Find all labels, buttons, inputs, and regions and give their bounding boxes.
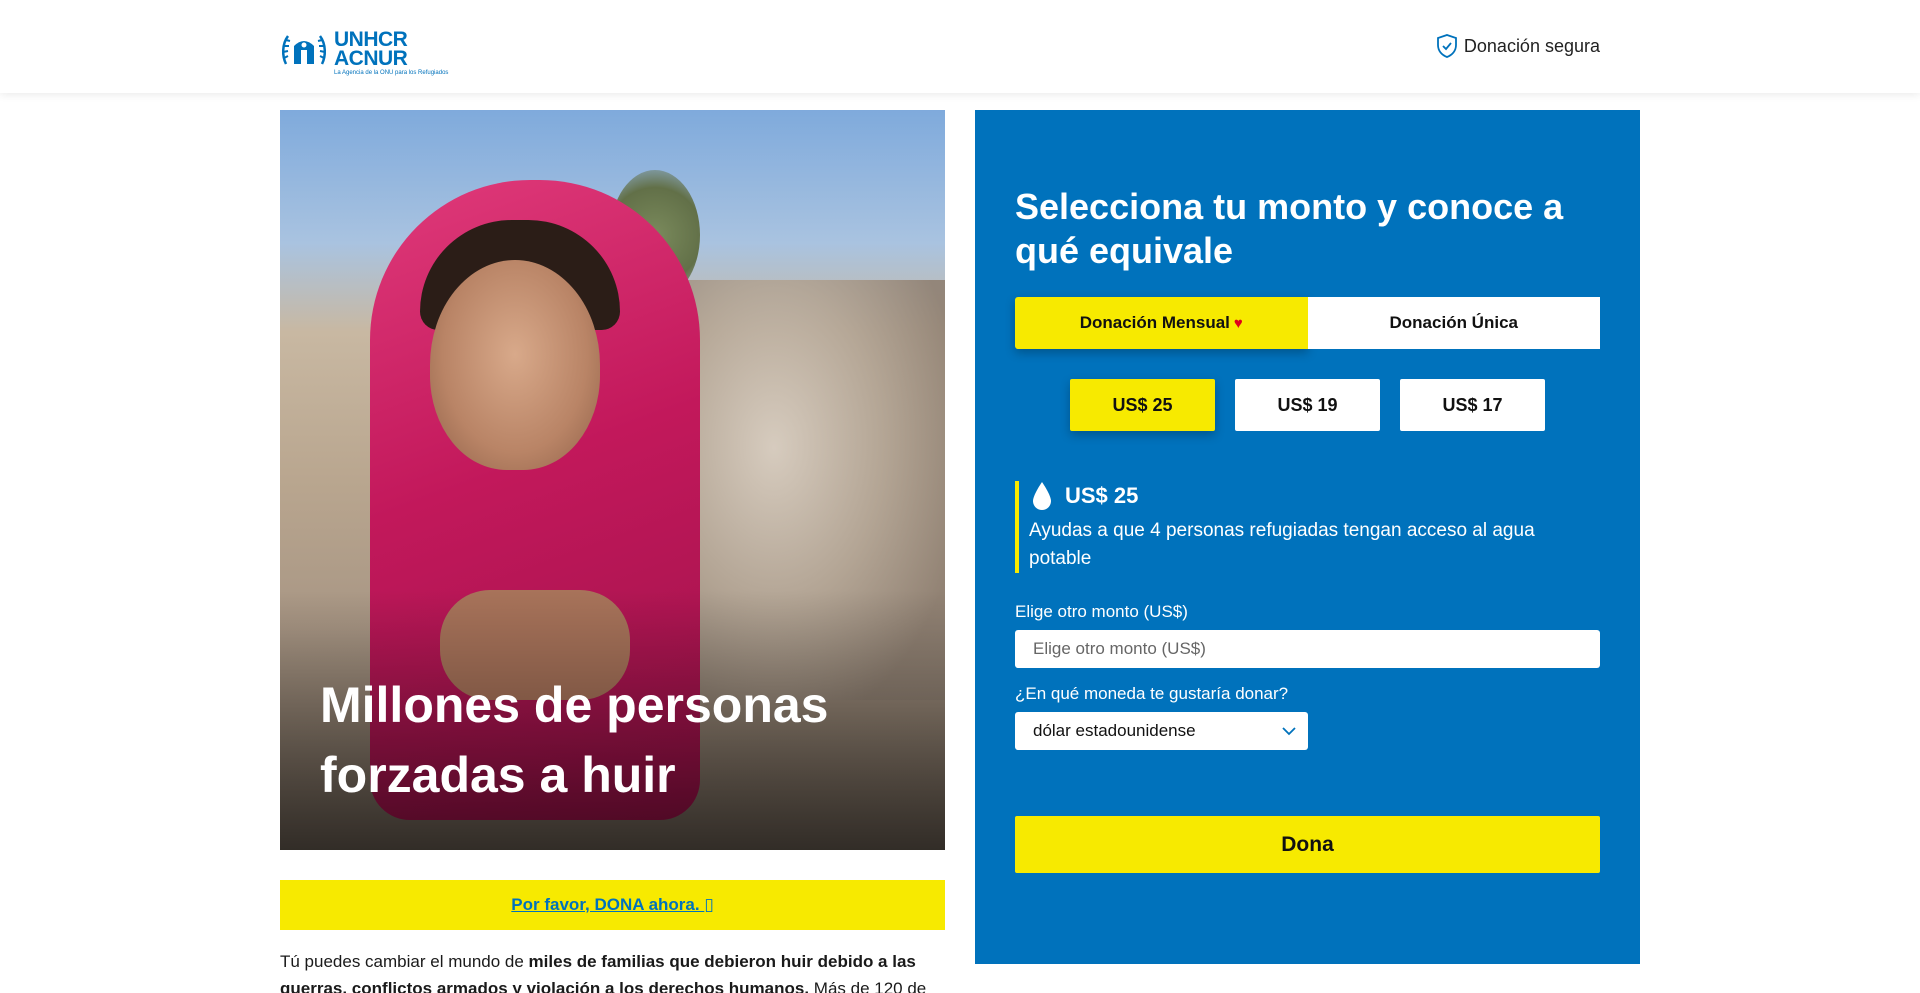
single-donation-button[interactable]: Donación Única: [1307, 297, 1600, 349]
water-drop-icon: [1033, 482, 1051, 510]
other-amount-label: Elige otro monto (US$): [1015, 602, 1188, 621]
logo-text: UNHCR ACNUR La Agencia de la ONU para lo…: [334, 29, 449, 76]
intro-paragraph: Tú puedes cambiar el mundo de miles de f…: [280, 948, 945, 993]
monthly-donation-button[interactable]: Donación Mensual ♥: [1015, 297, 1308, 349]
single-donation-label: Donación Única: [1389, 313, 1518, 332]
other-amount-input[interactable]: [1015, 630, 1600, 668]
impact-callout: US$ 25 Ayudas a que 4 personas refugiada…: [1015, 481, 1575, 573]
impact-header: US$ 25: [1031, 481, 1575, 511]
heart-icon: ♥: [1233, 314, 1243, 332]
dona-now-bar: Por favor, DONA ahora. ▯: [280, 880, 945, 930]
unhcr-logo[interactable]: UNHCR ACNUR La Agencia de la ONU para lo…: [280, 29, 449, 76]
dona-now-link[interactable]: Por favor, DONA ahora. ▯: [511, 895, 713, 915]
amount-option-25[interactable]: US$ 25: [1070, 379, 1215, 431]
secure-donation-label: Donación segura: [1463, 35, 1600, 56]
logo-tagline: La Agencia de la ONU para los Refugiados: [334, 70, 449, 76]
site-header: UNHCR ACNUR La Agencia de la ONU para lo…: [0, 0, 1920, 93]
impact-amount: US$ 25: [1065, 483, 1139, 508]
placeholder-glyph-icon: ▯: [704, 895, 714, 914]
logo-acnur: ACNUR: [334, 47, 408, 70]
amount-options: US$ 25 US$ 19 US$ 17: [1070, 379, 1545, 431]
amount-option-19[interactable]: US$ 19: [1235, 379, 1380, 431]
panel-title: Selecciona tu monto y conoce a qué equiv…: [1015, 186, 1564, 271]
frequency-toggle: Donación Mensual ♥ Donación Única: [1015, 297, 1600, 349]
chevron-down-icon: [1282, 727, 1296, 736]
unhcr-emblem-icon: [282, 35, 326, 65]
intro-text-2: Más de 120 de: [809, 979, 927, 993]
intro-text-1: Tú puedes cambiar el mundo de: [280, 952, 529, 971]
hero-image: Millones de personas forzadas a huir: [280, 110, 945, 850]
monthly-donation-label: Donación Mensual: [1079, 313, 1230, 332]
amount-option-17[interactable]: US$ 17: [1400, 379, 1545, 431]
shield-check-icon: [1437, 34, 1457, 58]
donate-button[interactable]: Dona: [1015, 816, 1600, 873]
donation-panel: Selecciona tu monto y conoce a qué equiv…: [975, 110, 1640, 964]
hero-girl-face: [430, 260, 600, 470]
hero-title: Millones de personas forzadas a huir: [320, 677, 829, 803]
secure-donation: Donación segura: [1436, 34, 1600, 58]
impact-description: Ayudas a que 4 personas refugiadas tenga…: [1029, 520, 1535, 569]
currency-selected-value: dólar estadounidense: [1033, 721, 1196, 740]
dona-now-label: Por favor, DONA ahora.: [511, 895, 705, 914]
currency-label: ¿En qué moneda te gustaría donar?: [1015, 684, 1289, 703]
currency-select[interactable]: dólar estadounidense: [1015, 712, 1308, 750]
